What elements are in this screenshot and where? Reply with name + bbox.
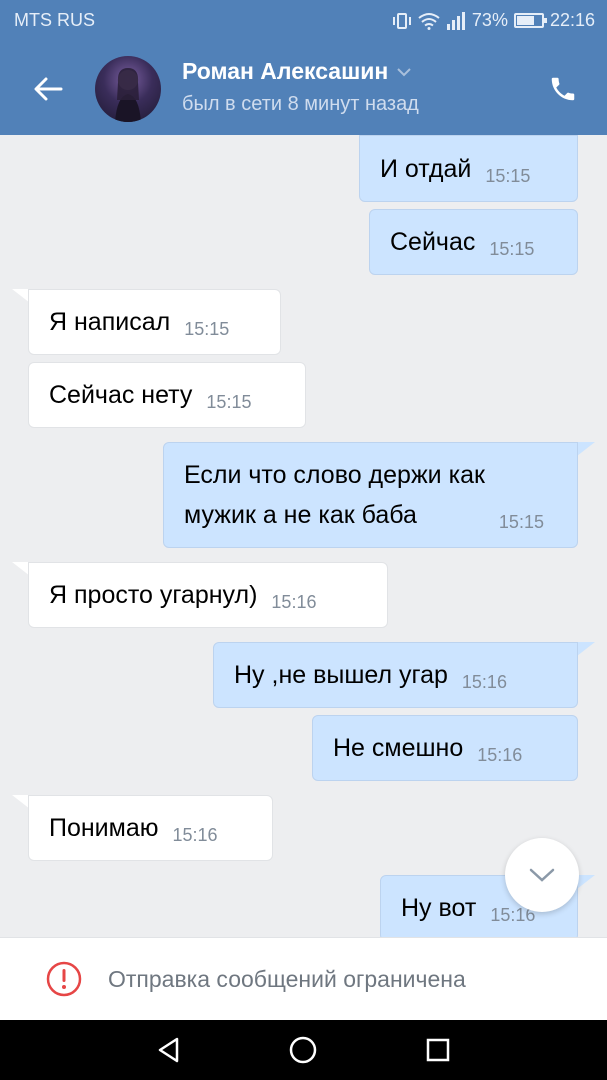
message-text: Ну ,не вышел угар bbox=[234, 661, 448, 689]
message-text: Ну вот bbox=[401, 894, 477, 922]
message-time: 15:15 bbox=[489, 239, 535, 259]
battery-fill bbox=[516, 16, 535, 25]
restricted-notice-text: Отправка сообщений ограничена bbox=[108, 965, 466, 992]
vibrate-icon bbox=[392, 12, 412, 30]
message-bubble-outgoing[interactable]: И отдай 15:15 bbox=[359, 135, 578, 202]
message-bubble-incoming[interactable]: Понимаю 15:16 bbox=[28, 795, 273, 861]
message-bubble-outgoing[interactable]: Не смешно 15:16 bbox=[312, 715, 578, 781]
message-bubble-outgoing[interactable]: Ну ,не вышел угар 15:16 bbox=[213, 642, 578, 708]
message-bubble-outgoing[interactable]: Если что слово держи как мужик а не как … bbox=[163, 442, 578, 548]
message-time: 15:15 bbox=[498, 512, 544, 532]
message-time: 15:15 bbox=[485, 166, 531, 186]
message-time: 15:16 bbox=[172, 825, 218, 845]
circle-home-icon bbox=[289, 1036, 317, 1064]
message-list[interactable]: И отдай 15:15 Сейчас 15:15 Я написал 15:… bbox=[0, 135, 607, 937]
clock: 22:16 bbox=[549, 10, 595, 30]
message-bubble-incoming[interactable]: Я просто угарнул) 15:16 bbox=[28, 562, 388, 628]
back-button[interactable] bbox=[28, 69, 68, 109]
battery-icon bbox=[513, 13, 547, 28]
nav-recents-button[interactable] bbox=[422, 1034, 454, 1066]
message-text: Не смешно bbox=[333, 734, 464, 762]
message-text: Я просто угарнул) bbox=[49, 581, 258, 609]
contact-name[interactable]: Роман Алексашин bbox=[182, 58, 388, 85]
scroll-to-bottom-button[interactable] bbox=[505, 838, 579, 912]
battery-percent: 73% bbox=[471, 10, 508, 30]
message-text: Сейчас bbox=[390, 228, 476, 256]
avatar-image-icon bbox=[115, 68, 141, 122]
message-text: Я написал bbox=[49, 308, 171, 336]
carrier-label: MTS RUS bbox=[14, 10, 95, 30]
last-seen-status: был в сети 8 минут назад bbox=[182, 93, 419, 115]
message-text: Если что слово держи как мужик а не как … bbox=[184, 461, 485, 529]
avatar[interactable] bbox=[95, 56, 161, 122]
message-text: И отдай bbox=[380, 154, 472, 183]
message-text: Сейчас нету bbox=[49, 381, 193, 409]
contact-name-row[interactable]: Роман Алексашин bbox=[182, 58, 412, 85]
status-bar: MTS RUS 73% 22:16 bbox=[0, 0, 607, 42]
message-time: 15:16 bbox=[271, 592, 317, 612]
message-time: 15:16 bbox=[477, 745, 523, 765]
message-bubble-incoming[interactable]: Я написал 15:15 bbox=[28, 289, 281, 355]
triangle-back-icon bbox=[158, 1037, 179, 1063]
system-navigation-bar bbox=[0, 1020, 607, 1080]
nav-back-button[interactable] bbox=[153, 1034, 185, 1066]
phone-icon bbox=[551, 77, 575, 101]
message-time: 15:15 bbox=[184, 319, 230, 339]
chevron-down-icon bbox=[397, 67, 411, 76]
message-time: 15:16 bbox=[461, 672, 507, 692]
call-button[interactable] bbox=[541, 67, 585, 111]
back-arrow-icon bbox=[34, 77, 63, 101]
message-bubble-outgoing[interactable]: Сейчас 15:15 bbox=[369, 209, 578, 275]
messaging-restricted-banner: Отправка сообщений ограничена bbox=[0, 937, 607, 1020]
chevron-down-icon bbox=[529, 868, 555, 882]
message-time: 15:15 bbox=[206, 392, 252, 412]
message-text: Понимаю bbox=[49, 814, 159, 842]
signal-icon bbox=[446, 11, 466, 30]
wifi-icon bbox=[418, 12, 440, 30]
message-bubble-incoming[interactable]: Сейчас нету 15:15 bbox=[28, 362, 306, 428]
square-recents-icon bbox=[426, 1038, 450, 1062]
bubble-tail bbox=[577, 642, 595, 656]
chat-header: Роман Алексашин был в сети 8 минут назад bbox=[0, 42, 607, 135]
bubble-tail bbox=[577, 875, 595, 889]
status-icons: 73% 22:16 bbox=[392, 10, 595, 31]
nav-home-button[interactable] bbox=[287, 1034, 319, 1066]
bubble-tail bbox=[577, 442, 595, 456]
warning-icon bbox=[46, 961, 82, 997]
